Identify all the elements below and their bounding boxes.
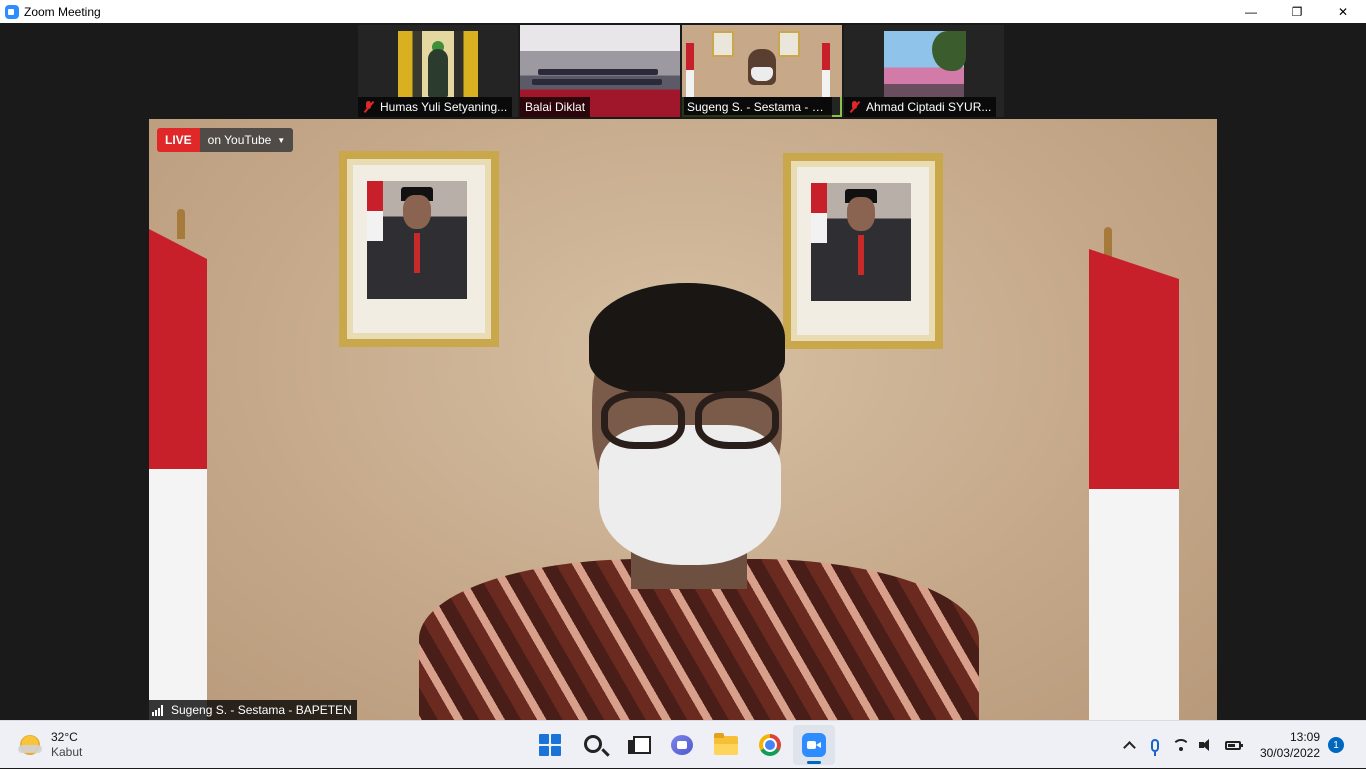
flag-right xyxy=(1089,249,1179,720)
live-badge: LIVE xyxy=(157,128,200,152)
signal-strength-icon xyxy=(152,704,166,716)
weather-widget[interactable]: 32°C Kabut xyxy=(18,730,82,760)
stream-destination-label: on YouTube xyxy=(207,133,272,147)
chat-icon xyxy=(671,735,693,755)
participant-tile-balai-diklat[interactable]: Balai Diklat xyxy=(520,25,680,117)
gallery-strip: Humas Yuli Setyaning... Balai Diklat Sug… xyxy=(358,25,1004,117)
participant-name: Balai Diklat xyxy=(525,100,586,114)
live-stream-indicator[interactable]: LIVE on YouTube ▼ xyxy=(157,128,294,152)
stream-destination-dropdown[interactable]: on YouTube ▼ xyxy=(199,128,294,152)
weather-condition: Kabut xyxy=(51,745,83,759)
taskbar-apps xyxy=(529,725,835,765)
meeting-area: Humas Yuli Setyaning... Balai Diklat Sug… xyxy=(0,23,1366,720)
glasses-lens-right xyxy=(695,391,779,449)
chrome-icon xyxy=(759,734,781,756)
flag-pole-left xyxy=(177,209,185,239)
participant-name-bar: Sugeng S. - Sestama - B... xyxy=(682,97,832,117)
system-tray: 13:09 30/03/2022 1 xyxy=(1116,721,1366,769)
chrome-button[interactable] xyxy=(749,725,791,765)
glasses-lens-left xyxy=(601,391,685,449)
portrait-flag xyxy=(367,181,383,241)
participant-body xyxy=(428,49,448,97)
start-icon xyxy=(539,734,561,756)
battery-button[interactable] xyxy=(1220,730,1246,760)
speaker-hair xyxy=(589,283,785,393)
participant-tile-humas[interactable]: Humas Yuli Setyaning... xyxy=(358,25,518,117)
zoom-app-icon xyxy=(5,4,19,19)
participant-mask xyxy=(751,67,773,81)
active-speaker-video[interactable]: LIVE on YouTube ▼ Sugeng S. - Sestama - … xyxy=(149,119,1217,720)
window-title: Zoom Meeting xyxy=(24,4,101,19)
file-explorer-button[interactable] xyxy=(705,725,747,765)
weather-text: 32°C Kabut xyxy=(51,730,82,760)
mic-muted-icon xyxy=(363,101,375,113)
microphone-button[interactable] xyxy=(1142,730,1168,760)
portrait xyxy=(367,181,467,299)
room-row xyxy=(532,79,662,85)
portrait-tie xyxy=(414,233,420,273)
chevron-up-icon xyxy=(1122,741,1136,754)
participant-name: Humas Yuli Setyaning... xyxy=(380,100,508,114)
portrait xyxy=(811,183,911,301)
participant-video xyxy=(398,31,478,97)
title-bar: Zoom Meeting — ❐ ✕ xyxy=(0,0,1366,23)
volume-icon xyxy=(1199,739,1215,751)
window-controls: — ❐ ✕ xyxy=(1228,0,1366,23)
wifi-icon xyxy=(1173,739,1189,751)
clock-time: 13:09 xyxy=(1289,730,1320,744)
taskbar: 32°C Kabut 13:09 30/03/2022 1 xyxy=(0,720,1366,768)
weather-temperature: 32°C xyxy=(51,730,78,744)
flag-left xyxy=(149,229,207,720)
portrait-frame-right xyxy=(783,153,943,349)
portrait-tie xyxy=(858,235,864,275)
participant-video xyxy=(682,25,842,97)
participant-name: Ahmad Ciptadi SYUR... xyxy=(866,100,992,114)
clock-date: 30/03/2022 xyxy=(1259,746,1320,760)
participant-name: Sugeng S. - Sestama - B... xyxy=(687,100,827,114)
file-explorer-icon xyxy=(714,732,738,755)
search-icon xyxy=(583,734,602,753)
microphone-icon xyxy=(1151,738,1159,756)
speaker-name-bar: Sugeng S. - Sestama - BAPETEN xyxy=(149,700,357,720)
chat-button[interactable] xyxy=(661,725,703,765)
participant-name-bar: Balai Diklat xyxy=(520,97,591,117)
portrait-frame xyxy=(778,31,800,57)
portrait-face xyxy=(403,195,431,229)
task-view-button[interactable] xyxy=(617,725,659,765)
mic-muted-icon xyxy=(849,101,861,113)
participant-name-bar: Ahmad Ciptadi SYUR... xyxy=(844,97,997,117)
network-button[interactable] xyxy=(1168,730,1194,760)
portrait-flag xyxy=(811,183,827,243)
portrait-frame xyxy=(712,31,734,57)
portrait-face xyxy=(847,197,875,231)
flag xyxy=(686,43,694,97)
flag xyxy=(822,43,830,97)
participant-tile-ahmad[interactable]: Ahmad Ciptadi SYUR... xyxy=(844,25,1004,117)
restore-button[interactable]: ❐ xyxy=(1274,0,1320,23)
battery-icon xyxy=(1225,740,1243,750)
portrait-frame-left xyxy=(339,151,499,347)
room-row xyxy=(538,69,658,75)
volume-button[interactable] xyxy=(1194,730,1220,760)
search-button[interactable] xyxy=(573,725,615,765)
caret-down-icon: ▼ xyxy=(277,135,286,145)
clock[interactable]: 13:09 30/03/2022 xyxy=(1254,729,1320,761)
speaker-name: Sugeng S. - Sestama - BAPETEN xyxy=(171,703,352,717)
notification-badge[interactable]: 1 xyxy=(1328,737,1344,753)
start-button[interactable] xyxy=(529,725,571,765)
zoom-icon xyxy=(802,733,826,757)
participant-video xyxy=(884,31,966,97)
show-hidden-icons-button[interactable] xyxy=(1116,730,1142,760)
flag-pole-right xyxy=(1104,227,1112,257)
weather-icon xyxy=(18,735,42,755)
minimize-button[interactable]: — xyxy=(1228,0,1274,23)
participant-name-bar: Humas Yuli Setyaning... xyxy=(358,97,513,117)
participant-tile-sugeng[interactable]: Sugeng S. - Sestama - B... xyxy=(682,25,842,117)
zoom-button[interactable] xyxy=(793,725,835,765)
tree xyxy=(932,31,966,71)
task-view-icon xyxy=(628,736,651,754)
close-button[interactable]: ✕ xyxy=(1320,0,1366,23)
